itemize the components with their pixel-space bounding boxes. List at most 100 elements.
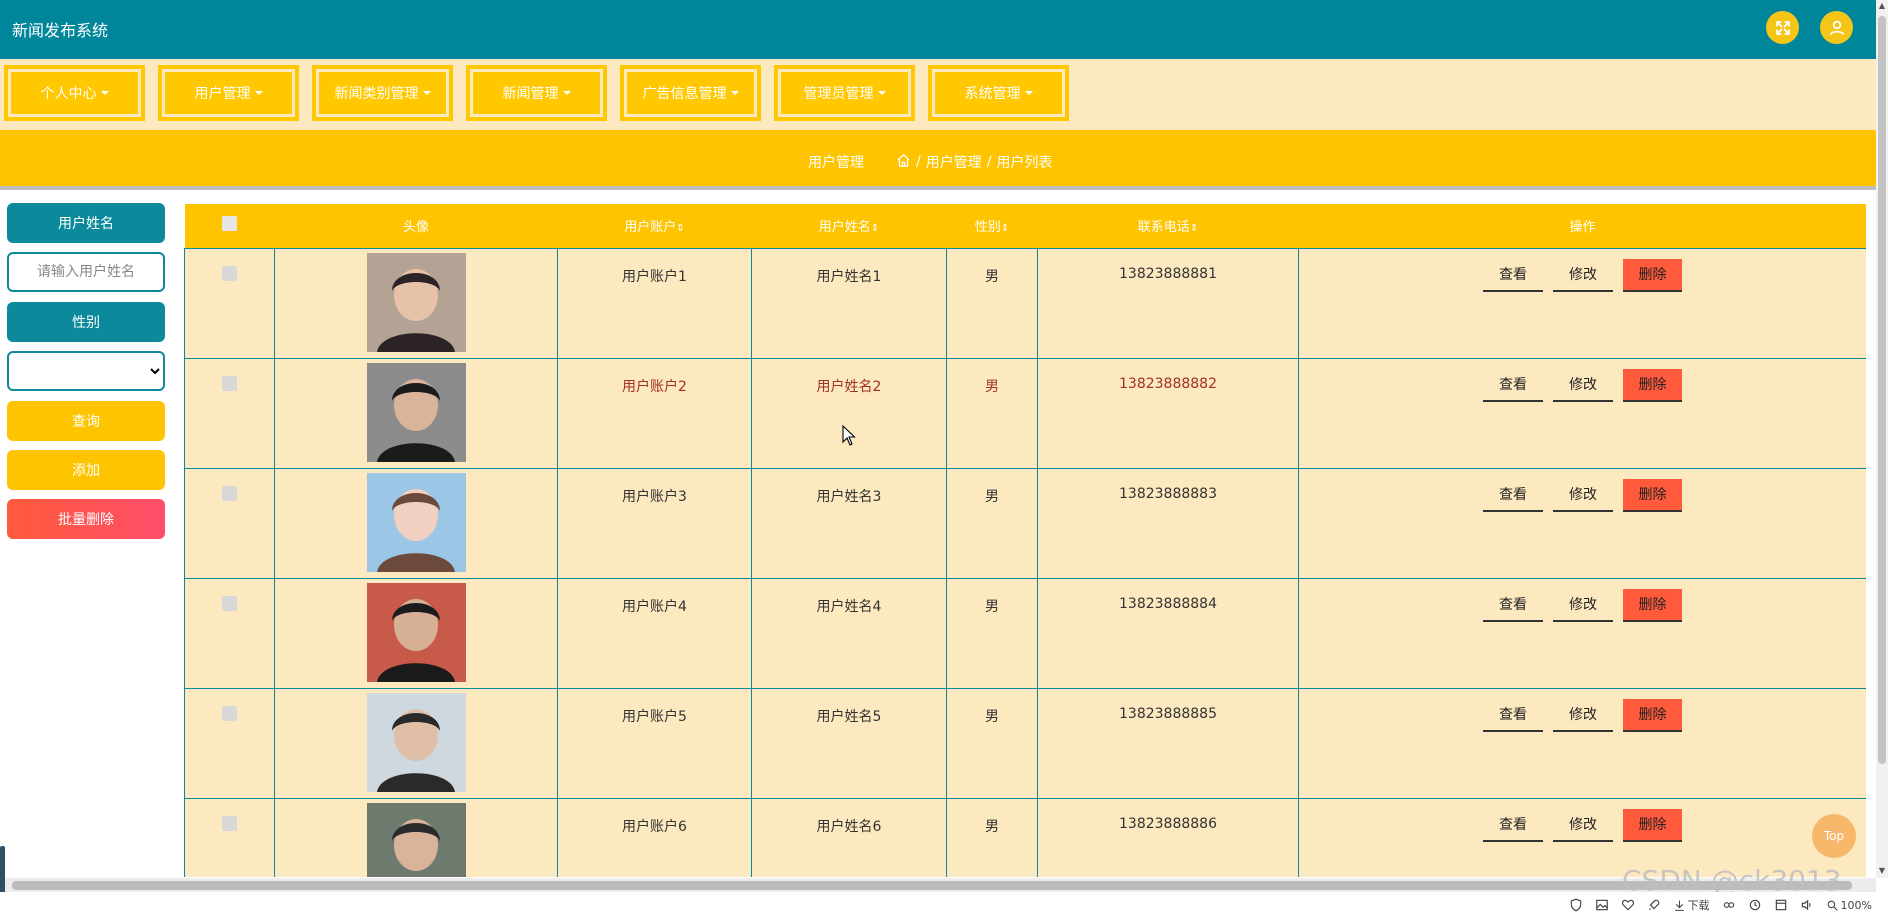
- nav-label: 广告信息管理: [642, 86, 727, 102]
- add-button[interactable]: 添加: [7, 450, 165, 490]
- edit-button[interactable]: 修改: [1553, 258, 1613, 292]
- view-button[interactable]: 查看: [1483, 368, 1543, 402]
- name-search-input[interactable]: [7, 252, 165, 292]
- name-cell: 用户姓名4: [751, 577, 947, 689]
- delete-button[interactable]: 删除: [1623, 258, 1682, 292]
- extensions-icon[interactable]: [1722, 898, 1736, 912]
- download-button[interactable]: 下载: [1673, 897, 1710, 913]
- view-button[interactable]: 查看: [1483, 588, 1543, 622]
- column-header-label: 联系电话: [1137, 220, 1190, 236]
- row-checkbox[interactable]: [222, 595, 237, 611]
- nav-item-personal-center[interactable]: 个人中心: [4, 65, 145, 121]
- row-checkbox[interactable]: [222, 265, 237, 281]
- vertical-scrollbar[interactable]: ▲ ▼: [1876, 0, 1888, 878]
- caret-down-icon: [254, 91, 263, 95]
- delete-button[interactable]: 删除: [1623, 698, 1682, 732]
- caret-down-icon: [562, 91, 571, 95]
- scroll-up-arrow-icon[interactable]: ▲: [1876, 1, 1888, 10]
- actions-cell: 查看 修改 删除: [1298, 357, 1866, 469]
- user-table-container: 头像 用户账户⇕ 用户姓名⇕ 性别⇕ 联系电话⇕ 操作 用户账户1 用户姓名1 男 1…: [184, 204, 1866, 877]
- sort-icon[interactable]: ⇕: [676, 223, 684, 234]
- gender-select[interactable]: [7, 351, 165, 391]
- column-header-phone[interactable]: 联系电话⇕: [1037, 204, 1299, 248]
- row-select-cell: [184, 577, 275, 689]
- sort-icon[interactable]: ⇕: [1190, 223, 1198, 234]
- table-row: 用户账户5 用户姓名5 男 13823888885 查看 修改 删除: [184, 687, 1866, 799]
- batch-delete-button[interactable]: 批量删除: [7, 499, 165, 539]
- nav-item-system-management[interactable]: 系统管理: [928, 65, 1069, 121]
- gender-cell: 男: [946, 687, 1038, 799]
- shield-icon[interactable]: [1569, 898, 1583, 912]
- user-icon[interactable]: [1820, 11, 1853, 44]
- history-icon[interactable]: [1748, 898, 1762, 912]
- horizontal-scroll-thumb[interactable]: [12, 881, 1852, 890]
- delete-button[interactable]: 删除: [1623, 478, 1682, 512]
- edit-button[interactable]: 修改: [1553, 478, 1613, 512]
- select-all-checkbox[interactable]: [222, 216, 237, 232]
- breadcrumb-item-user-management[interactable]: 用户管理: [926, 152, 982, 172]
- speaker-icon[interactable]: [1800, 898, 1814, 912]
- nav-item-news-category-management[interactable]: 新闻类别管理: [312, 65, 453, 121]
- delete-button[interactable]: 删除: [1623, 588, 1682, 622]
- view-button[interactable]: 查看: [1483, 258, 1543, 292]
- row-select-cell: [184, 467, 275, 579]
- view-button[interactable]: 查看: [1483, 698, 1543, 732]
- row-select-cell: [184, 797, 275, 877]
- fullscreen-icon[interactable]: [1766, 11, 1799, 44]
- column-header-label: 用户账户: [624, 220, 677, 236]
- caret-down-icon: [1024, 91, 1033, 95]
- name-cell: 用户姓名3: [751, 467, 947, 579]
- column-header-label: 性别: [974, 220, 1001, 236]
- column-header-name[interactable]: 用户姓名⇕: [751, 204, 947, 248]
- edit-button[interactable]: 修改: [1553, 588, 1613, 622]
- nav-label: 个人中心: [40, 86, 97, 102]
- home-icon[interactable]: [896, 153, 911, 172]
- phone-cell: 13823888883: [1037, 467, 1299, 579]
- avatar: [366, 252, 466, 352]
- horizontal-scrollbar[interactable]: [0, 878, 1876, 892]
- sort-icon[interactable]: ⇕: [1001, 223, 1009, 234]
- download-icon: [1674, 900, 1684, 911]
- delete-button[interactable]: 删除: [1623, 368, 1682, 402]
- sort-icon[interactable]: ⇕: [871, 223, 879, 234]
- back-to-top-button[interactable]: Top: [1812, 814, 1856, 858]
- breadcrumb-separator: /: [916, 154, 921, 170]
- rocket-icon[interactable]: [1647, 898, 1661, 912]
- view-button[interactable]: 查看: [1483, 478, 1543, 512]
- nav-label: 新闻类别管理: [334, 86, 419, 102]
- delete-button[interactable]: 删除: [1623, 808, 1682, 842]
- window-icon[interactable]: [1774, 898, 1788, 912]
- row-checkbox[interactable]: [222, 375, 237, 391]
- heart-icon[interactable]: [1621, 898, 1635, 912]
- account-cell: 用户账户1: [557, 247, 752, 359]
- edit-button[interactable]: 修改: [1553, 698, 1613, 732]
- caret-down-icon: [100, 91, 109, 95]
- phone-cell: 13823888886: [1037, 797, 1299, 877]
- image-icon[interactable]: [1595, 898, 1609, 912]
- breadcrumb-item-user-list: 用户列表: [996, 155, 1053, 171]
- edit-button[interactable]: 修改: [1553, 808, 1613, 842]
- vertical-scroll-thumb[interactable]: [1878, 16, 1886, 764]
- download-label: 下载: [1687, 899, 1710, 912]
- view-button[interactable]: 查看: [1483, 808, 1543, 842]
- nav-item-admin-management[interactable]: 管理员管理: [774, 65, 915, 121]
- table-row: 用户账户2 用户姓名2 男 13823888882 查看 修改 删除: [184, 357, 1866, 469]
- nav-item-user-management[interactable]: 用户管理: [158, 65, 299, 121]
- nav-item-news-management[interactable]: 新闻管理: [466, 65, 607, 121]
- row-checkbox[interactable]: [222, 815, 237, 831]
- nav-item-ad-management[interactable]: 广告信息管理: [620, 65, 761, 121]
- scroll-down-arrow-icon[interactable]: ▼: [1876, 866, 1888, 875]
- row-checkbox[interactable]: [222, 705, 237, 721]
- gender-cell: 男: [946, 467, 1038, 579]
- nav-label: 用户管理: [194, 86, 251, 102]
- resize-handle[interactable]: [0, 846, 5, 898]
- actions-cell: 查看 修改 删除: [1298, 577, 1866, 689]
- column-header-gender[interactable]: 性别⇕: [946, 204, 1038, 248]
- search-button[interactable]: 查询: [7, 401, 165, 441]
- column-header-account[interactable]: 用户账户⇕: [557, 204, 752, 248]
- account-cell: 用户账户3: [557, 467, 752, 579]
- row-checkbox[interactable]: [222, 485, 237, 501]
- zoom-control[interactable]: 100%: [1826, 899, 1872, 912]
- edit-button[interactable]: 修改: [1553, 368, 1613, 402]
- nav-label: 新闻管理: [502, 86, 559, 102]
